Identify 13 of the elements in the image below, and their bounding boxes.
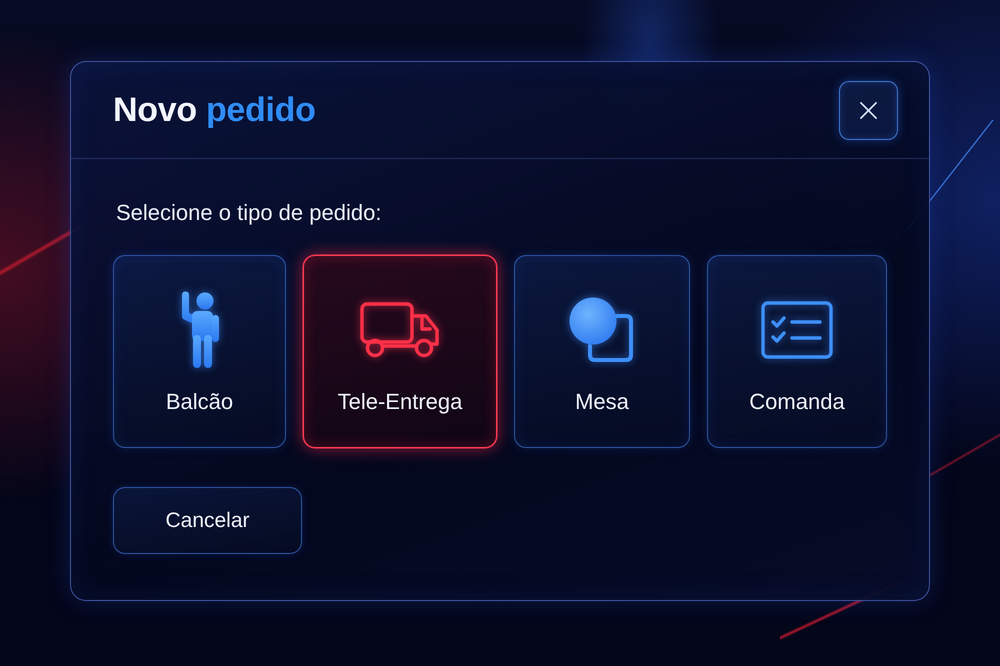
person-waving-icon (180, 291, 220, 369)
close-icon (859, 100, 878, 120)
truck-icon (360, 302, 440, 358)
dialog-title: Novo pedido (113, 90, 316, 130)
order-type-button[interactable]: Balcão (113, 255, 286, 448)
circle-square-icon (568, 296, 636, 364)
close-button[interactable] (839, 80, 898, 140)
checklist-icon (761, 301, 833, 359)
prompt-text: Selecione o tipo de pedido: (116, 200, 382, 226)
order-type-button[interactable]: Mesa (514, 255, 690, 448)
order-type-button[interactable]: Comanda (707, 255, 887, 448)
order-type-button[interactable]: Tele-Entrega (303, 255, 497, 448)
cancel-button[interactable]: Cancelar (113, 487, 302, 554)
